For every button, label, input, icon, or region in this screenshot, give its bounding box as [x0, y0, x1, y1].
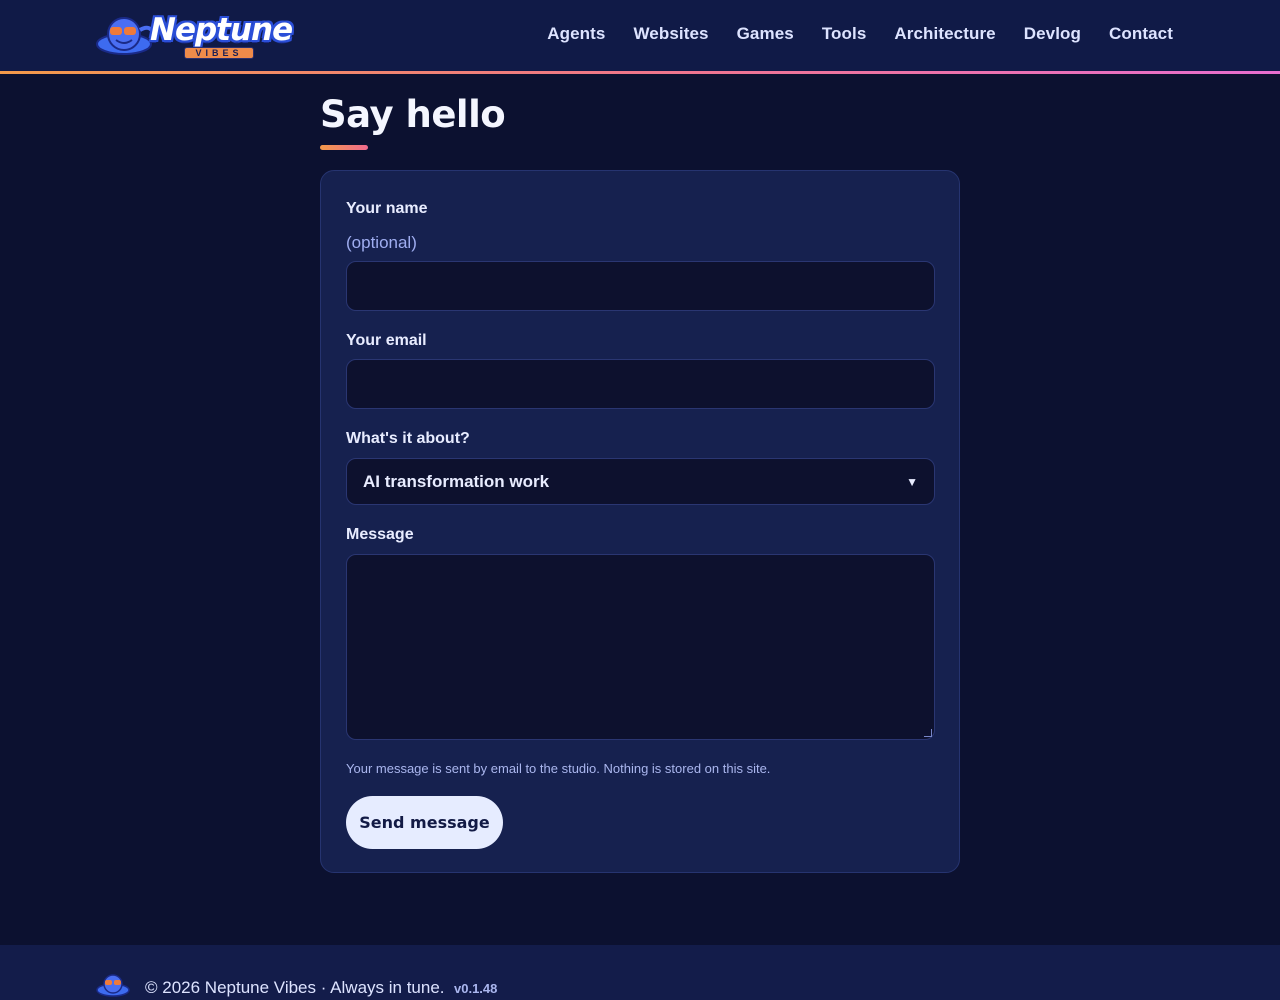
name-input[interactable]	[346, 261, 935, 311]
chevron-down-icon: ▼	[906, 474, 918, 489]
nav-architecture[interactable]: Architecture	[894, 24, 995, 44]
planet-mascot-icon	[96, 974, 130, 997]
site-header: Neptune VIBES Agents Websites Games Tool…	[0, 0, 1280, 74]
footer-version: v0.1.48	[454, 981, 498, 996]
topic-label: What's it about?	[346, 430, 470, 447]
email-label: Your email	[346, 332, 427, 349]
header-accent-line	[0, 71, 1280, 74]
topic-select[interactable]: AI transformation work ▼	[346, 458, 935, 505]
name-label: Your name	[346, 200, 428, 217]
site-logo[interactable]: Neptune VIBES	[96, 10, 293, 62]
footer-copyright: © 2026 Neptune Vibes · Always in tune.	[145, 978, 445, 997]
nav-devlog[interactable]: Devlog	[1024, 24, 1081, 44]
logo-wordmark: Neptune	[150, 12, 293, 48]
nav-agents[interactable]: Agents	[547, 24, 605, 44]
logo-subtitle: VIBES	[184, 47, 254, 59]
send-message-button[interactable]: Send message	[346, 796, 503, 849]
name-optional-hint: (optional)	[346, 233, 417, 252]
contact-form: Your name (optional) Your email What's i…	[320, 170, 960, 873]
nav-websites[interactable]: Websites	[633, 24, 708, 44]
main-nav: Agents Websites Games Tools Architecture…	[547, 24, 1173, 44]
nav-games[interactable]: Games	[737, 24, 794, 44]
resize-handle-icon[interactable]	[924, 729, 932, 737]
message-textarea[interactable]	[346, 554, 935, 740]
privacy-note: Your message is sent by email to the stu…	[346, 761, 771, 776]
message-label: Message	[346, 526, 414, 543]
topic-selected-value: AI transformation work	[363, 471, 550, 491]
nav-contact[interactable]: Contact	[1109, 24, 1173, 44]
email-input[interactable]	[346, 359, 935, 409]
planet-mascot-icon	[96, 17, 156, 55]
nav-tools[interactable]: Tools	[822, 24, 867, 44]
title-underline	[320, 145, 368, 150]
page-title: Say hello	[320, 93, 506, 136]
site-footer: © 2026 Neptune Vibes · Always in tune. v…	[0, 945, 1280, 1000]
